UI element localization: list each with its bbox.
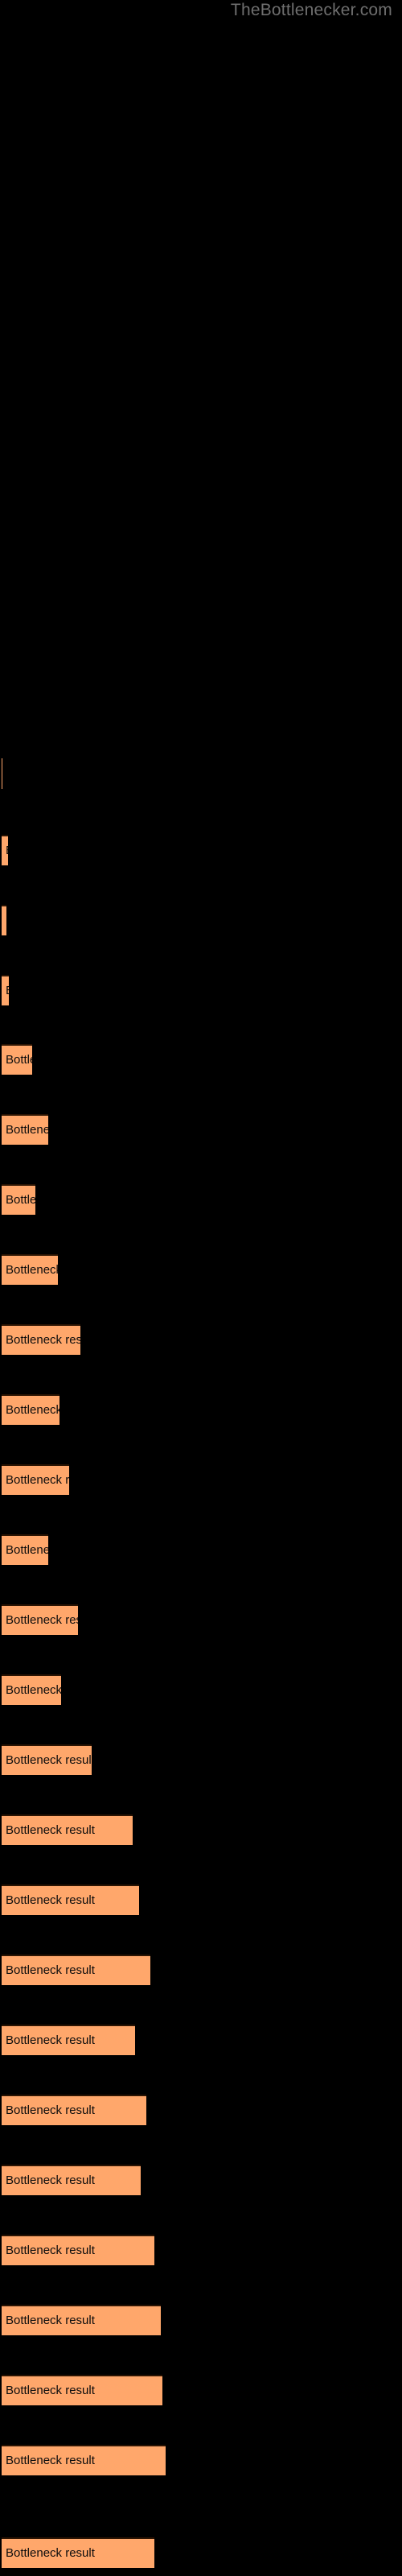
bar-row: Bottleneck result <box>0 1324 402 1355</box>
bar-label: Bottleneck result <box>6 1893 95 1907</box>
bar-row: Bottleneck result <box>0 2095 402 2125</box>
bar-label: Bottleneck result <box>2 914 6 928</box>
chart-bar: Bottleneck result <box>2 2375 162 2405</box>
bar-row: Bottleneck result <box>0 1744 402 1775</box>
bar-row: Bottleneck result <box>0 2305 402 2335</box>
bar-label: Bottleneck result <box>6 2454 95 2467</box>
chart-bar: Bottleneck result <box>2 1184 35 1215</box>
chart-bar: Bottleneck result <box>2 1814 133 1845</box>
chart-bar: Bottleneck result <box>2 2095 146 2125</box>
bar-label: Bottleneck result <box>6 1823 95 1837</box>
bar-label: Bottleneck result <box>6 1963 95 1977</box>
bar-row: Bottleneck result <box>0 1604 402 1635</box>
chart-bar: Bottleneck result <box>2 2305 161 2335</box>
bar-label: Bottleneck result <box>6 1403 59 1417</box>
chart-bar: Bottleneck result <box>2 2165 141 2195</box>
bar-row: Bottleneck result <box>0 2537 402 2568</box>
bar-label: Bottleneck result <box>6 2033 95 2047</box>
bar-row: Bottleneck result <box>0 1814 402 1845</box>
bar-label: Bottleneck result <box>6 1683 61 1697</box>
bar-label: Bottleneck result <box>6 2103 95 2117</box>
bar-row: Bottleneck result <box>0 1044 402 1075</box>
bar-row: Bottleneck result <box>0 1254 402 1285</box>
bar-label: Bottleneck result <box>2 844 8 858</box>
bar-row: Bottleneck result <box>0 2165 402 2195</box>
chart-bar: Bottleneck result <box>2 2537 154 2568</box>
chart-bar: Bottleneck result <box>2 1324 80 1355</box>
chart-bar: Bottleneck result <box>2 835 8 865</box>
bar-row: Bottleneck result <box>0 758 402 789</box>
bar-label: Bottleneck result <box>6 2546 95 2560</box>
bar-row: Bottleneck result <box>0 2375 402 2405</box>
bar-row: Bottleneck result <box>0 2235 402 2265</box>
chart-bar: Bottleneck result <box>2 2235 154 2265</box>
chart-bar: Bottleneck result <box>2 1394 59 1425</box>
chart-bar: Bottleneck result <box>2 975 9 1005</box>
bar-row: Bottleneck result <box>0 1885 402 1915</box>
chart-bar: Bottleneck result <box>2 1674 61 1705</box>
chart-bar: Bottleneck result <box>2 1604 78 1635</box>
bar-chart-plot-area: Bottleneck result Bottleneck result Bottle… <box>0 0 402 2576</box>
bar-label: Bottleneck result <box>6 1543 48 1557</box>
bar-row: Bottleneck result <box>0 1955 402 1985</box>
chart-bar: Bottleneck result <box>2 1114 48 1145</box>
bar-row: Bottleneck result <box>0 975 402 1005</box>
bar-label: Bottleneck result <box>6 1263 58 1277</box>
chart-bar: Bottleneck result <box>2 2445 166 2475</box>
bar-row: Bottleneck result <box>0 835 402 865</box>
bar-row: Bottleneck result <box>0 905 402 935</box>
bottleneck-chart-page: TheBottlenecker.com Bottleneck resultBot… <box>0 0 402 2576</box>
bar-label: Bottleneck result <box>6 2384 95 2397</box>
chart-bar: Bottleneck result <box>2 1254 58 1285</box>
bar-label: Bottleneck result <box>6 1123 48 1137</box>
bar-label: Bottleneck result <box>6 1193 35 1207</box>
bar-label: Bottleneck result <box>6 1613 78 1627</box>
bar-row: Bottleneck result <box>0 2025 402 2055</box>
chart-bar: Bottleneck result <box>2 1464 69 1495</box>
bar-label: Bottleneck result <box>6 1753 92 1767</box>
bar-label: Bottleneck result <box>6 1053 32 1067</box>
bar-label: Bottleneck result <box>2 984 9 998</box>
bar-label: Bottleneck result <box>6 2174 95 2187</box>
chart-bar: Bottleneck result <box>2 1885 139 1915</box>
bar-row: Bottleneck result <box>0 1534 402 1565</box>
bar-label: Bottleneck result <box>6 1473 69 1487</box>
chart-bar: Bottleneck result <box>2 2025 135 2055</box>
bar-label: Bottleneck result <box>6 2244 95 2257</box>
bar-label: Bottleneck result <box>6 1333 80 1347</box>
bar-row: Bottleneck result <box>0 1394 402 1425</box>
chart-bar: Bottleneck result <box>2 1044 32 1075</box>
chart-bar: Bottleneck result <box>2 1744 92 1775</box>
bar-row: Bottleneck result <box>0 2445 402 2475</box>
bar-row: Bottleneck result <box>0 1114 402 1145</box>
chart-bar: Bottleneck result <box>2 1955 150 1985</box>
bar-label: Bottleneck result <box>6 2314 95 2327</box>
bar-row: Bottleneck result <box>0 1184 402 1215</box>
bar-row: Bottleneck result <box>0 1674 402 1705</box>
chart-bar: Bottleneck result <box>2 905 6 935</box>
bar-row: Bottleneck result <box>0 1464 402 1495</box>
chart-bar: Bottleneck result <box>2 1534 48 1565</box>
